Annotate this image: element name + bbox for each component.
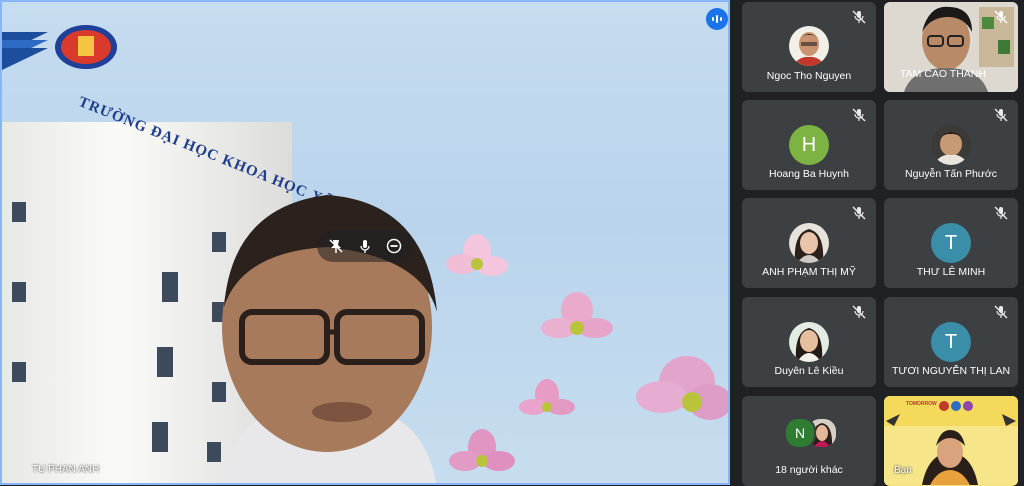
flower-icon — [449, 429, 515, 471]
participant-name: ANH PHẠM THỊ MỸ — [762, 266, 856, 278]
participant-tile[interactable]: ANH PHẠM THỊ MỸ — [742, 198, 876, 288]
participant-tile[interactable]: Nguyễn Tấn Phước — [884, 100, 1018, 190]
avatar-letter: T — [931, 223, 971, 263]
participant-name: TƯƠI NGUYỄN THỊ LAN — [891, 365, 1011, 377]
participant-name: TAM CAO THANH — [900, 68, 986, 80]
others-tile[interactable]: N 18 người khác — [742, 396, 876, 486]
participant-tile[interactable]: Ngoc Tho Nguyen — [742, 2, 876, 92]
flower-icon — [519, 379, 575, 415]
mic-off-icon — [852, 206, 866, 220]
flower-icon — [636, 356, 728, 420]
participant-tile[interactable]: H Hoang Ba Huynh — [742, 100, 876, 190]
avatar — [931, 125, 971, 165]
participant-name: Hoang Ba Huynh — [769, 168, 849, 180]
mic-off-icon — [852, 108, 866, 122]
avatar-letter: H — [789, 125, 829, 165]
remove-icon[interactable] — [384, 236, 404, 256]
avatar — [789, 26, 829, 66]
speaking-indicator-icon — [706, 8, 728, 30]
university-logo-icon — [2, 32, 48, 70]
tile-controls — [317, 230, 413, 262]
avatar-letter: N — [784, 417, 816, 449]
mic-off-icon — [994, 108, 1008, 122]
avatar — [789, 223, 829, 263]
participant-name: Nguyễn Tấn Phước — [905, 168, 997, 180]
flower-icon — [446, 234, 508, 276]
participant-name: THƯ LÊ MINH — [916, 266, 986, 278]
mic-off-icon — [994, 305, 1008, 319]
mic-off-icon — [994, 206, 1008, 220]
mic-off-icon — [994, 10, 1008, 24]
mic-icon[interactable] — [355, 236, 375, 256]
participant-tile[interactable]: T THƯ LÊ MINH — [884, 198, 1018, 288]
banner-text: TOMORROW — [906, 401, 937, 407]
others-count: 18 người khác — [775, 464, 843, 476]
mic-off-icon — [852, 10, 866, 24]
participant-tile[interactable]: TAM CAO THANH — [884, 2, 1018, 92]
avatar — [789, 322, 829, 362]
avatar-letter: T — [931, 322, 971, 362]
participant-tile[interactable]: Duyên Lê Kiều — [742, 297, 876, 387]
flower-icon — [541, 292, 613, 338]
participant-name: TU PHAN ANH — [32, 464, 100, 475]
logos — [2, 24, 118, 70]
mic-off-icon — [852, 305, 866, 319]
participant-name: Ngoc Tho Nguyen — [766, 70, 852, 82]
pin-icon[interactable] — [326, 236, 346, 256]
self-tile[interactable]: TOMORROW Bạn — [884, 396, 1018, 486]
participant-tile[interactable]: T TƯƠI NGUYỄN THỊ LAN — [884, 297, 1018, 387]
emblem-logo-icon — [55, 25, 117, 69]
main-speaker-tile[interactable]: TRƯỜNG ĐẠI HỌC KHOA HỌC XÃ HỘI TU PHAN A… — [0, 0, 730, 485]
participant-name: Duyên Lê Kiều — [774, 365, 844, 377]
participant-name: Bạn — [894, 465, 912, 476]
